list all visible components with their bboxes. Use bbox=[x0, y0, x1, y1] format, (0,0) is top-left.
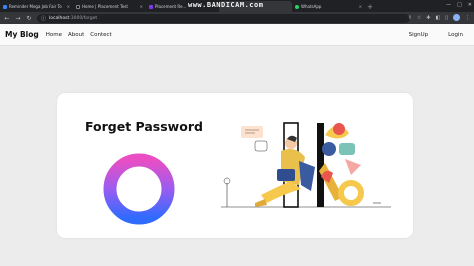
page-title: Forget Password bbox=[85, 119, 203, 134]
back-icon[interactable]: ← bbox=[4, 15, 10, 22]
bookmark-star-icon[interactable]: ☆ bbox=[417, 15, 421, 21]
nav-link-contact[interactable]: Contect bbox=[90, 32, 111, 38]
extensions-puzzle-icon[interactable]: ◧ bbox=[436, 15, 441, 21]
tab-label: Home | Placement Test bbox=[82, 4, 128, 9]
minimize-icon[interactable]: — bbox=[446, 2, 451, 8]
brand-logo[interactable]: My Blog bbox=[5, 30, 39, 39]
nav-auth-links: SignUp Login bbox=[409, 32, 469, 38]
forgot-password-illustration bbox=[221, 122, 391, 208]
profile-avatar[interactable] bbox=[453, 14, 460, 21]
person-shoe bbox=[255, 199, 267, 207]
person-bag bbox=[277, 169, 295, 181]
recording-watermark: www.BANDICAM.com bbox=[188, 1, 264, 9]
reload-icon[interactable]: ↻ bbox=[26, 15, 32, 22]
share-icon[interactable]: ⇪ bbox=[408, 15, 412, 21]
address-bar[interactable]: ⓘ localhost:3000/forget bbox=[37, 13, 410, 23]
site-navbar: My Blog Home About Contect SignUp Login bbox=[0, 24, 474, 46]
nav-link-home[interactable]: Home bbox=[46, 32, 62, 38]
login-link[interactable]: Login bbox=[448, 32, 463, 38]
nav-link-about[interactable]: About bbox=[68, 32, 84, 38]
sidebar-icon[interactable]: ▯ bbox=[445, 15, 448, 21]
tab-label: Placement Re... bbox=[155, 4, 187, 9]
forget-password-card: Forget Password bbox=[57, 93, 413, 238]
close-window-icon[interactable]: ✕ bbox=[468, 2, 472, 8]
signup-link[interactable]: SignUp bbox=[409, 32, 429, 38]
browser-tab-1[interactable]: Reminder Mega Job Fair To ✕ bbox=[0, 1, 73, 12]
speech-bubble bbox=[241, 126, 263, 138]
gradient-ring-graphic bbox=[103, 153, 175, 225]
tab-label: WhatsApp bbox=[301, 4, 322, 9]
menu-kebab-icon[interactable]: ⋮ bbox=[465, 15, 470, 21]
tab-favicon-icon bbox=[76, 4, 80, 9]
door-panel bbox=[317, 123, 324, 207]
browser-toolbar: ← → ↻ ⓘ localhost:3000/forget ⇪ ☆ ✚ ◧ ▯ … bbox=[0, 12, 474, 24]
site-info-icon[interactable]: ⓘ bbox=[41, 15, 46, 22]
tab-favicon-icon bbox=[149, 4, 153, 9]
toolbar-actions: ⇪ ☆ ✚ ◧ ▯ ⋮ bbox=[408, 14, 470, 21]
tab-close-icon[interactable]: ✕ bbox=[67, 4, 70, 9]
person-arm bbox=[299, 161, 315, 191]
tab-close-icon[interactable]: ✕ bbox=[140, 4, 143, 9]
maximize-icon[interactable]: □ bbox=[457, 2, 462, 8]
browser-tab-2[interactable]: Home | Placement Test ✕ bbox=[73, 1, 146, 12]
whatsapp-icon bbox=[295, 4, 299, 9]
shape-pink-triangle bbox=[345, 159, 361, 175]
extension-icon[interactable]: ✚ bbox=[426, 15, 430, 21]
tab-close-icon[interactable]: ✕ bbox=[359, 4, 362, 9]
person-leg bbox=[261, 181, 301, 203]
speech-bubble-small bbox=[254, 140, 268, 152]
shape-blue-circle bbox=[322, 142, 336, 156]
window-controls: — □ ✕ bbox=[446, 0, 472, 10]
browser-tab-whatsapp[interactable]: WhatsApp ✕ bbox=[292, 1, 365, 12]
tab-label: Reminder Mega Job Fair To bbox=[9, 4, 62, 9]
shape-yellow-ring bbox=[338, 180, 364, 206]
shape-red-circle bbox=[333, 123, 345, 135]
tab-favicon-icon bbox=[3, 4, 7, 9]
shape-teal-rect bbox=[339, 143, 355, 155]
forward-icon[interactable]: → bbox=[15, 15, 21, 22]
address-text: localhost:3000/forget bbox=[49, 15, 98, 21]
browser-tab-strip: Reminder Mega Job Fair To ✕ Home | Place… bbox=[0, 0, 474, 12]
new-tab-button[interactable]: + bbox=[365, 2, 375, 12]
